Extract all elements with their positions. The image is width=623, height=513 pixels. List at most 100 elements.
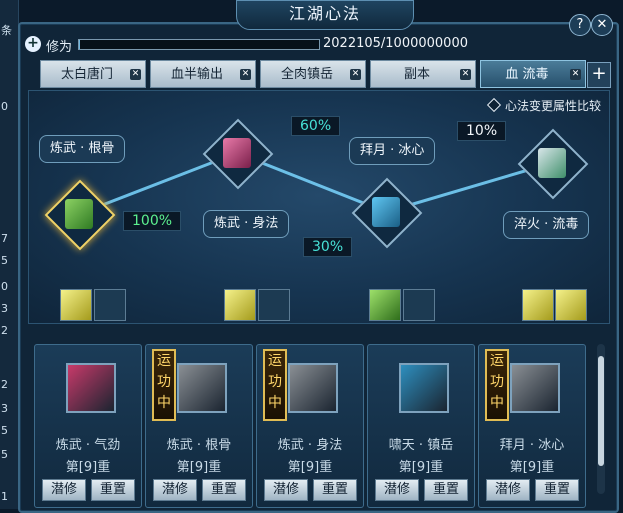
percent-root: 100% bbox=[123, 211, 181, 231]
reset-button[interactable]: 重置 bbox=[535, 479, 579, 501]
close-window-button[interactable]: ✕ bbox=[591, 14, 613, 36]
skill-book-icon bbox=[538, 148, 566, 178]
side-char: 0 bbox=[1, 280, 8, 293]
method-book-icon[interactable] bbox=[288, 363, 338, 413]
slash-skill-icon[interactable] bbox=[60, 289, 92, 321]
add-cultivation-icon[interactable]: + bbox=[25, 36, 41, 52]
cultivate-button[interactable]: 潜修 bbox=[264, 479, 308, 501]
node-label-root: 炼武 · 根骨 bbox=[39, 135, 125, 163]
stance-skill-icon[interactable] bbox=[224, 289, 256, 321]
checkbox-diamond-icon[interactable] bbox=[487, 98, 501, 112]
cultivate-button[interactable]: 潜修 bbox=[153, 479, 197, 501]
cultivate-button[interactable]: 潜修 bbox=[375, 479, 419, 501]
close-icon[interactable]: ✕ bbox=[460, 69, 471, 80]
skill-book-icon bbox=[223, 138, 251, 168]
method-name: 拜月 · 冰心 bbox=[479, 434, 585, 453]
skill-node-root[interactable] bbox=[47, 182, 111, 246]
upgrade-arrow-skill-icon[interactable] bbox=[369, 289, 401, 321]
close-icon[interactable]: ✕ bbox=[570, 69, 581, 80]
side-char: 7 bbox=[1, 232, 8, 245]
percent-fourth: 10% bbox=[457, 121, 506, 141]
tab-label: 全肉镇岳 bbox=[281, 67, 333, 82]
method-card[interactable]: 运功中炼武 · 身法第[9]重潜修重置 bbox=[256, 344, 364, 508]
cultivation-progress-bar bbox=[78, 39, 320, 50]
skill-book-icon bbox=[372, 197, 400, 227]
method-book-icon[interactable] bbox=[66, 363, 116, 413]
method-book-icon[interactable] bbox=[177, 363, 227, 413]
cards-scrollbar[interactable] bbox=[597, 344, 605, 494]
add-tab-button[interactable]: + bbox=[587, 62, 611, 88]
method-level: 第[9]重 bbox=[479, 456, 585, 475]
tab-label: 血半输出 bbox=[171, 67, 223, 82]
active-cultivating-badge: 运功中 bbox=[485, 349, 509, 421]
method-card[interactable]: 运功中拜月 · 冰心第[9]重潜修重置 bbox=[478, 344, 586, 508]
method-cards-list: 炼武 · 气劲第[9]重潜修重置运功中炼武 · 根骨第[9]重潜修重置运功中炼武… bbox=[34, 344, 594, 509]
node-label-fourth: 淬火 · 流毒 bbox=[503, 211, 589, 239]
close-icon[interactable]: ✕ bbox=[350, 69, 361, 80]
node-label-third: 拜月 · 冰心 bbox=[349, 137, 435, 165]
side-char: 5 bbox=[1, 448, 8, 461]
empty-slot[interactable] bbox=[258, 289, 290, 321]
tab-preset-1[interactable]: 太白唐门 ✕ bbox=[40, 60, 146, 88]
compare-label: 心法变更属性比较 bbox=[505, 99, 601, 113]
side-char: 5 bbox=[1, 254, 8, 267]
side-char: 3 bbox=[1, 402, 8, 415]
help-button[interactable]: ? bbox=[569, 14, 591, 36]
method-card[interactable]: 炼武 · 气劲第[9]重潜修重置 bbox=[34, 344, 142, 508]
cultivation-label: 修为 bbox=[46, 36, 72, 55]
method-level: 第[9]重 bbox=[257, 456, 363, 475]
reset-button[interactable]: 重置 bbox=[313, 479, 357, 501]
tab-label: 血 流毒 bbox=[505, 67, 548, 82]
percent-third: 30% bbox=[303, 237, 352, 257]
tab-preset-4[interactable]: 副本 ✕ bbox=[370, 60, 476, 88]
node-label-second: 炼武 · 身法 bbox=[203, 210, 289, 238]
cultivate-button[interactable]: 潜修 bbox=[42, 479, 86, 501]
window-title: 江湖心法 bbox=[236, 0, 414, 30]
dash-skill-icon[interactable] bbox=[555, 289, 587, 321]
active-cultivating-badge: 运功中 bbox=[263, 349, 287, 421]
side-char: 5 bbox=[1, 424, 8, 437]
method-level: 第[9]重 bbox=[146, 456, 252, 475]
reset-button[interactable]: 重置 bbox=[91, 479, 135, 501]
tab-preset-2[interactable]: 血半输出 ✕ bbox=[150, 60, 256, 88]
side-char: 0 bbox=[1, 100, 8, 113]
active-cultivating-badge: 运功中 bbox=[152, 349, 176, 421]
side-char: 2 bbox=[1, 324, 8, 337]
method-level: 第[9]重 bbox=[368, 456, 474, 475]
method-card[interactable]: 啸天 · 镇岳第[9]重潜修重置 bbox=[367, 344, 475, 508]
side-char: 条 bbox=[1, 22, 12, 38]
method-name: 啸天 · 镇岳 bbox=[368, 434, 474, 453]
method-book-icon[interactable] bbox=[399, 363, 449, 413]
scrollbar-thumb[interactable] bbox=[598, 356, 604, 466]
side-char: 2 bbox=[1, 378, 8, 391]
left-side-strip: 条 0 7 5 0 3 2 2 3 5 5 1 bbox=[0, 0, 19, 509]
burst-skill-icon[interactable] bbox=[522, 289, 554, 321]
tab-preset-3[interactable]: 全肉镇岳 ✕ bbox=[260, 60, 366, 88]
method-name: 炼武 · 根骨 bbox=[146, 434, 252, 453]
method-name: 炼武 · 气劲 bbox=[35, 434, 141, 453]
attribute-compare-toggle[interactable]: 心法变更属性比较 bbox=[489, 97, 601, 114]
skill-book-icon bbox=[65, 199, 93, 229]
tab-preset-5[interactable]: 血 流毒 ✕ bbox=[480, 60, 586, 88]
reset-button[interactable]: 重置 bbox=[424, 479, 468, 501]
skill-node-fourth[interactable] bbox=[520, 131, 584, 195]
method-card[interactable]: 运功中炼武 · 根骨第[9]重潜修重置 bbox=[145, 344, 253, 508]
cultivation-value: 2022105/1000000000 bbox=[323, 36, 468, 51]
empty-slot[interactable] bbox=[94, 289, 126, 321]
method-name: 炼武 · 身法 bbox=[257, 434, 363, 453]
close-icon[interactable]: ✕ bbox=[240, 69, 251, 80]
tab-label: 太白唐门 bbox=[61, 67, 113, 82]
skill-node-third[interactable] bbox=[354, 180, 418, 244]
passive-icons-row bbox=[28, 286, 608, 322]
cultivate-button[interactable]: 潜修 bbox=[486, 479, 530, 501]
reset-button[interactable]: 重置 bbox=[202, 479, 246, 501]
percent-second: 60% bbox=[291, 116, 340, 136]
side-char: 3 bbox=[1, 302, 8, 315]
method-level: 第[9]重 bbox=[35, 456, 141, 475]
method-book-icon[interactable] bbox=[510, 363, 560, 413]
empty-slot[interactable] bbox=[403, 289, 435, 321]
close-icon[interactable]: ✕ bbox=[130, 69, 141, 80]
skill-node-second[interactable] bbox=[205, 121, 269, 185]
side-char: 1 bbox=[1, 490, 8, 503]
tab-label: 副本 bbox=[404, 67, 430, 82]
